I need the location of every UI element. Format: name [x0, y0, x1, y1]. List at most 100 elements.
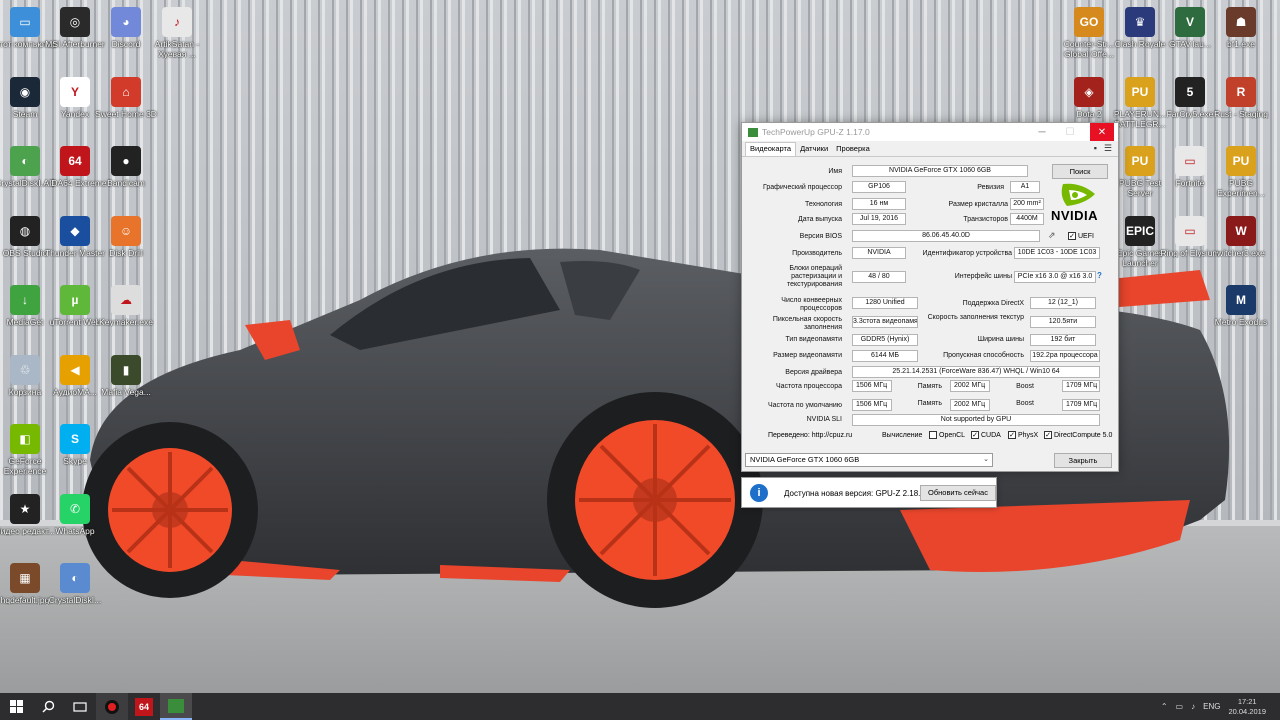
language-indicator[interactable]: ENG: [1203, 702, 1220, 711]
desktop-icon[interactable]: R Rust - Staging: [1207, 73, 1275, 139]
desktop-icon-image: ↓: [10, 285, 40, 315]
die-size-label: Размер кристалла: [948, 201, 1008, 208]
gpu-label: Графический процессор: [763, 184, 842, 191]
desktop-icon-label: WhatsApp: [55, 525, 95, 536]
desktop-icon[interactable]: ⌂ Sweet Home 3D: [92, 73, 160, 139]
gpuz-titlebar[interactable]: TechPowerUp GPU-Z 1.17.0 ─ ☐ ✕: [742, 123, 1118, 141]
help-icon[interactable]: ?: [1097, 271, 1102, 280]
device-id-label: Идентификатор устройства: [922, 250, 1012, 257]
physx-checkbox[interactable]: ✓ PhysX: [1008, 431, 1038, 439]
show-hidden-icons-icon[interactable]: ⌃: [1161, 702, 1168, 711]
driver-version-label: Версия драйвера: [785, 369, 842, 376]
sli-value: Not supported by GPU: [852, 414, 1100, 426]
desktop-icon-image: ▭: [10, 7, 40, 37]
desktop-icon-image: ✆: [60, 493, 90, 524]
desktop-icon-image: ◐: [10, 146, 40, 176]
desktop-icon-image: µ: [60, 285, 90, 315]
desktop-icon[interactable]: ♪ ArtikSatan - Хуевая ...: [143, 3, 211, 69]
device-id-value: 10DE 1C03 - 10DE 1C03: [1014, 247, 1100, 259]
desktop-icon[interactable]: ☺ Disk Drill: [92, 212, 160, 278]
technology-label: Технология: [804, 201, 842, 208]
release-date-label: Дата выпуска: [797, 216, 842, 223]
update-now-button[interactable]: Обновить сейчас: [920, 485, 996, 501]
desktop-icon[interactable]: M Metro Exodus: [1207, 281, 1275, 347]
desktop-icon[interactable]: ▮ Маfia Vega...: [92, 351, 160, 417]
tab-sensors[interactable]: Датчики: [796, 143, 832, 156]
boost-label: Boost: [1016, 383, 1034, 390]
desktop-icon[interactable]: S Skype: [41, 420, 109, 486]
desktop-icon[interactable]: ☁ Keymaker.exe: [92, 281, 160, 347]
nvidia-logo: NVIDIA: [1049, 180, 1107, 226]
gpu-select[interactable]: NVIDIA GeForce GTX 1060 6GB ⌄: [745, 453, 993, 467]
opencl-checkbox[interactable]: OpenCL: [929, 431, 965, 439]
memory-type-label: Тип видеопамяти: [785, 336, 842, 343]
transistors-value: 4400M: [1010, 213, 1044, 225]
desktop-icon-image: ◈: [1074, 76, 1104, 107]
default-boost-label: Boost: [1016, 400, 1034, 407]
shaders-label: Число конвеерных процессоров: [781, 297, 842, 312]
desktop-icon-image: ◎: [60, 7, 90, 37]
bios-value: 86.06.45.40.0D: [852, 230, 1040, 242]
desktop-icon-image: ◐: [60, 563, 90, 593]
desktop-icon-label: Disk Drill: [109, 247, 143, 258]
graphics-card-panel: Имя NVIDIA GeForce GTX 1060 6GB Поиск Гр…: [746, 158, 1114, 439]
bandicam-taskbar-icon[interactable]: [96, 693, 128, 720]
gpuz-window[interactable]: TechPowerUp GPU-Z 1.17.0 ─ ☐ ✕ Видеокарт…: [741, 122, 1119, 472]
gpuz-taskbar-icon[interactable]: [160, 693, 192, 720]
desktop-icon-image: 5: [1175, 76, 1205, 107]
default-memory-label: Память: [917, 400, 942, 407]
desktop-icon-image: ●: [111, 146, 141, 176]
minimize-icon[interactable]: ─: [1028, 123, 1056, 141]
desktop-icon[interactable]: ◐ CrystalDiskI...: [41, 559, 109, 625]
maximize-icon[interactable]: ☐: [1056, 123, 1084, 141]
aida64-taskbar-icon[interactable]: 64: [128, 693, 160, 720]
uefi-checkbox[interactable]: ✓ UEFI: [1068, 232, 1094, 240]
camera-icon[interactable]: ▪: [1094, 143, 1097, 154]
volume-icon[interactable]: ♪: [1191, 702, 1195, 711]
taskbar: 64 ⌃ ▭ ♪ ENG 17:21 20.04.2019: [0, 693, 1280, 720]
info-icon: i: [750, 484, 768, 502]
default-clock-label: Частота по умолчанию: [768, 402, 842, 409]
desktop-icon-image: PU: [1125, 76, 1155, 107]
task-view-icon[interactable]: [64, 693, 96, 720]
vendor-label: Производитель: [792, 250, 842, 257]
desktop-icon-image: V: [1175, 7, 1205, 37]
directcompute-checkbox[interactable]: ✓ DirectCompute 5.0: [1044, 431, 1112, 439]
bus-width-label: Ширина шины: [977, 336, 1024, 343]
desktop-icon-image: ▭: [1175, 215, 1205, 246]
tab-validation[interactable]: Проверка: [832, 143, 874, 156]
close-button[interactable]: Закрыть: [1054, 453, 1112, 468]
system-tray: ⌃ ▭ ♪ ENG 17:21 20.04.2019: [1161, 693, 1280, 720]
desktop-icon[interactable]: ✆ WhatsApp: [41, 490, 109, 556]
desktop-icon-image: ☗: [1226, 7, 1256, 37]
close-icon[interactable]: ✕: [1090, 123, 1114, 141]
gpuz-app-icon: [748, 127, 758, 137]
desktop-icon-image: ◍: [10, 215, 40, 246]
default-memory-value: 2002 МГц: [950, 399, 990, 411]
desktop-icon[interactable]: PU PUBG Experimen...: [1207, 142, 1275, 208]
cuda-checkbox[interactable]: ✓ CUDA: [971, 431, 1001, 439]
directx-label: Поддержка DirectX: [962, 300, 1024, 307]
tab-graphics-card[interactable]: Видеокарта: [745, 142, 797, 156]
gpu-clock-label: Частота процессора: [775, 383, 842, 390]
menu-icon[interactable]: ☰: [1104, 143, 1112, 154]
desktop-icon[interactable]: ☗ bf1.exe: [1207, 3, 1275, 69]
share-icon[interactable]: ⇗: [1048, 230, 1056, 241]
default-clock-value: 1506 МГц: [852, 399, 892, 411]
search-icon[interactable]: [32, 693, 64, 720]
bandwidth-value: 192.2ра процессора: [1030, 350, 1100, 362]
desktop-icon-image: ★: [10, 493, 40, 524]
gpu-value: GP106: [852, 181, 906, 193]
desktop-icon-image: ▮: [111, 354, 141, 385]
desktop-icon-label: Bandicam: [107, 178, 145, 188]
start-windows-icon[interactable]: [0, 693, 32, 720]
desktop-icon[interactable]: Wwitcher3.exe: [1207, 212, 1275, 278]
clock[interactable]: 17:21 20.04.2019: [1228, 697, 1266, 717]
lookup-button[interactable]: Поиск: [1052, 164, 1108, 179]
nvidia-logo-text: NVIDIA: [1051, 208, 1099, 223]
translated-by: Переведено: http://cpuz.ru: [768, 432, 853, 439]
network-icon[interactable]: ▭: [1176, 702, 1184, 711]
computing-label: Вычисление: [882, 432, 923, 439]
desktop-icon[interactable]: ● Bandicam: [92, 142, 160, 208]
pixel-fillrate-value: 3.3стота видеопамят: [852, 316, 918, 328]
